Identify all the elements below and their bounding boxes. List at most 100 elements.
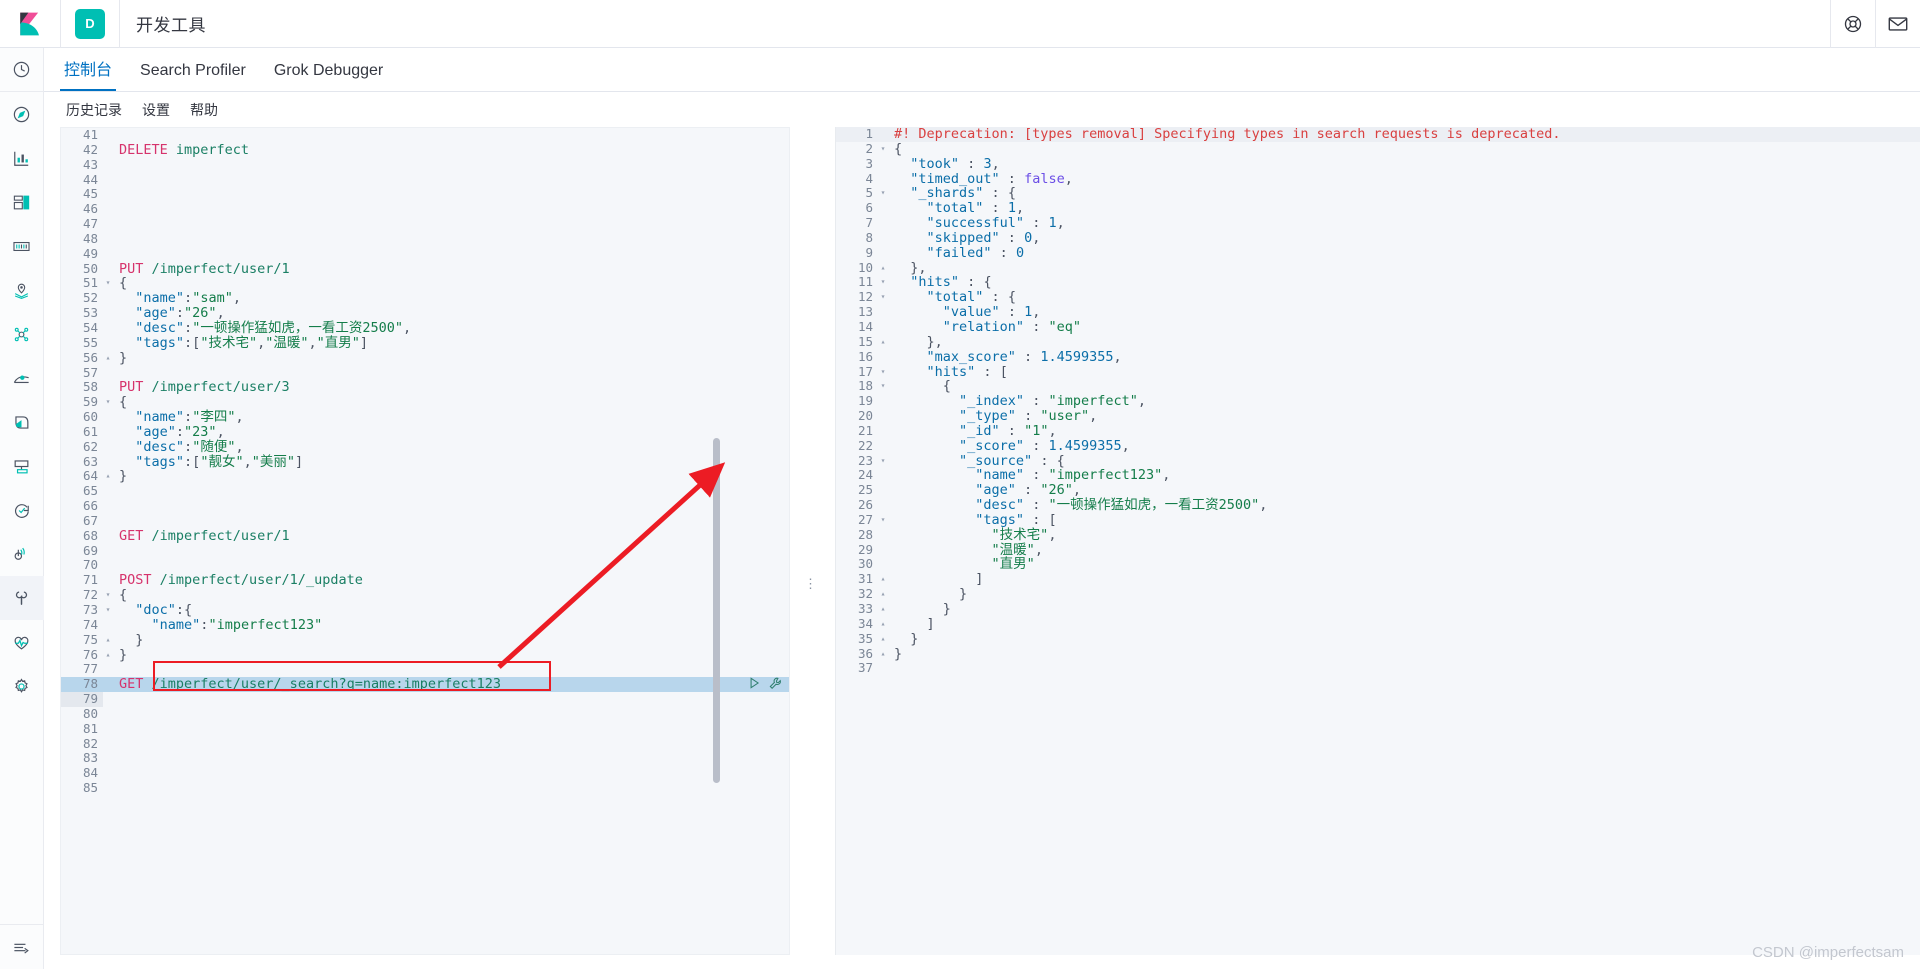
code-line[interactable]: 18 ▾ { (836, 378, 1920, 394)
fold-toggle-icon[interactable]: ▴ (878, 647, 888, 662)
code-line[interactable]: 33 ▴ } (836, 601, 1920, 617)
code-line[interactable]: 14 "relation" : "eq" (836, 319, 1920, 335)
code-line[interactable]: 21 "_id" : "1", (836, 423, 1920, 439)
code-line[interactable]: 82 (61, 736, 789, 752)
code-line[interactable]: 34 ▴ ] (836, 616, 1920, 632)
fold-toggle-icon[interactable]: ▴ (878, 335, 888, 350)
fold-toggle-icon[interactable]: ▴ (878, 632, 888, 647)
sidebar-item-maps[interactable] (0, 268, 44, 312)
fold-toggle-icon[interactable]: ▾ (878, 454, 888, 469)
space-avatar[interactable]: D (75, 8, 105, 39)
code-line[interactable]: 24 "name" : "imperfect123", (836, 468, 1920, 483)
code-line[interactable]: 3 "took" : 3, (836, 156, 1920, 172)
code-line[interactable]: 2 ▾ { (836, 141, 1920, 157)
fold-toggle-icon[interactable]: ▴ (878, 602, 888, 617)
code-line[interactable]: 27 ▾ "tags" : [ (836, 512, 1920, 528)
code-line[interactable]: 66 (61, 498, 789, 514)
code-line[interactable]: 48 (61, 231, 789, 247)
fold-toggle-icon[interactable]: ▾ (878, 513, 888, 528)
code-line[interactable]: 17 ▾ "hits" : [ (836, 364, 1920, 380)
code-line[interactable]: 45 (61, 187, 789, 202)
editor-scrollbar[interactable] (713, 438, 720, 783)
code-line[interactable]: 83 (61, 751, 789, 766)
fold-toggle-icon[interactable]: ▾ (878, 290, 888, 305)
code-line[interactable]: 79 (61, 691, 789, 707)
fold-toggle-icon[interactable]: ▴ (878, 617, 888, 632)
submenu-item-history[interactable]: 历史记录 (56, 100, 132, 120)
code-line[interactable]: 1 #! Deprecation: [types removal] Specify… (836, 127, 1920, 142)
fold-toggle-icon[interactable]: ▾ (103, 588, 113, 603)
response-viewer[interactable]: 1 #! Deprecation: [types removal] Specify… (826, 127, 1920, 955)
code-line[interactable]: 77 (61, 662, 789, 677)
code-line[interactable]: 35 ▴ } (836, 631, 1920, 647)
code-line[interactable]: 43 (61, 157, 789, 173)
code-line[interactable]: 51 ▾ { (61, 276, 789, 291)
code-line[interactable]: 75 ▴ } (61, 632, 789, 648)
code-line[interactable]: 31 ▴ ] (836, 571, 1920, 587)
code-line[interactable]: 19 "_index" : "imperfect", (836, 393, 1920, 409)
code-line[interactable]: 52 "name":"sam", (61, 290, 789, 306)
code-line[interactable]: 29 "温暖", (836, 542, 1920, 558)
code-line[interactable]: 11 ▾ "hits" : { (836, 275, 1920, 290)
code-line[interactable]: 9 "failed" : 0 (836, 245, 1920, 261)
code-line[interactable]: 53 "age":"26", (61, 305, 789, 321)
kibana-logo[interactable] (0, 0, 60, 48)
code-line[interactable]: 55 "tags":["技术宅","温暖","直男"] (61, 335, 789, 351)
sidebar-item-siem[interactable] (0, 532, 44, 576)
sidebar-item-uptime[interactable] (0, 488, 44, 532)
code-line[interactable]: 60 "name":"李四", (61, 409, 789, 425)
code-line[interactable]: 46 (61, 201, 789, 217)
tab-console[interactable]: 控制台 (50, 56, 126, 91)
fold-toggle-icon[interactable]: ▴ (103, 469, 113, 484)
sidebar-item-recently-viewed[interactable] (0, 48, 44, 92)
submenu-item-help[interactable]: 帮助 (180, 100, 228, 120)
fold-toggle-icon[interactable]: ▾ (878, 365, 888, 380)
code-line[interactable]: 16 "max_score" : 1.4599355, (836, 349, 1920, 365)
code-line[interactable]: 80 (61, 706, 789, 722)
fold-toggle-icon[interactable]: ▴ (878, 572, 888, 587)
sidebar-item-dev-tools[interactable] (0, 576, 44, 620)
code-line[interactable]: 47 (61, 216, 789, 232)
code-line[interactable]: 58 PUT /imperfect/user/3 (61, 379, 789, 395)
code-line[interactable]: 73 ▾ "doc":{ (61, 602, 789, 618)
code-line[interactable]: 85 (61, 780, 789, 796)
fold-toggle-icon[interactable]: ▴ (878, 587, 888, 602)
code-line[interactable]: 64 ▴} (61, 469, 789, 484)
code-line[interactable]: 74 "name":"imperfect123" (61, 617, 789, 633)
code-line[interactable]: 69 (61, 543, 789, 559)
fold-toggle-icon[interactable]: ▾ (878, 186, 888, 201)
code-line[interactable]: 25 "age" : "26", (836, 482, 1920, 498)
sidebar-item-infrastructure[interactable] (0, 356, 44, 400)
code-line[interactable]: 62 "desc":"随便", (61, 439, 789, 455)
fold-toggle-icon[interactable]: ▾ (878, 142, 888, 157)
code-line[interactable]: 37 (836, 661, 1920, 676)
fold-toggle-icon[interactable]: ▾ (878, 275, 888, 290)
code-line[interactable]: 78 GET /imperfect/user/_search?q=name:imp… (61, 676, 789, 694)
code-line[interactable]: 72 ▾ { (61, 587, 789, 603)
code-line[interactable]: 50 PUT /imperfect/user/1 (61, 261, 789, 277)
sidebar-item-dashboard[interactable] (0, 180, 44, 224)
code-line[interactable]: 23 ▾ "_source" : { (836, 453, 1920, 469)
collapse-nav-button[interactable] (0, 925, 44, 969)
fold-toggle-icon[interactable]: ▴ (878, 261, 888, 276)
send-request-button[interactable] (747, 676, 761, 694)
code-line[interactable]: 59 ▾ { (61, 394, 789, 410)
code-line[interactable]: 44 (61, 172, 789, 188)
code-line[interactable]: 70 (61, 558, 789, 573)
code-line[interactable]: 5 ▾ "_shards" : { (836, 186, 1920, 201)
sidebar-item-discover[interactable] (0, 92, 44, 136)
code-line[interactable]: 26 "desc" : "一顿操作猛如虎，一看工资2500", (836, 497, 1920, 513)
code-line[interactable]: 63 "tags":["靓女","美丽"] (61, 454, 789, 470)
code-line[interactable]: 8 "skipped" : 0, (836, 230, 1920, 246)
code-line[interactable]: 10 ▴ }, (836, 260, 1920, 276)
sidebar-item-monitoring[interactable] (0, 620, 44, 664)
sidebar-item-machine-learning[interactable] (0, 312, 44, 356)
code-line[interactable]: 7 "successful" : 1, (836, 215, 1920, 231)
code-line[interactable]: 61 "age":"23", (61, 424, 789, 440)
mail-icon[interactable] (1876, 0, 1920, 48)
sidebar-item-visualize[interactable] (0, 136, 44, 180)
fold-toggle-icon[interactable]: ▾ (878, 379, 888, 394)
code-line[interactable]: 49 (61, 246, 789, 262)
sidebar-item-management[interactable] (0, 664, 44, 708)
code-line[interactable]: 13 "value" : 1, (836, 304, 1920, 320)
